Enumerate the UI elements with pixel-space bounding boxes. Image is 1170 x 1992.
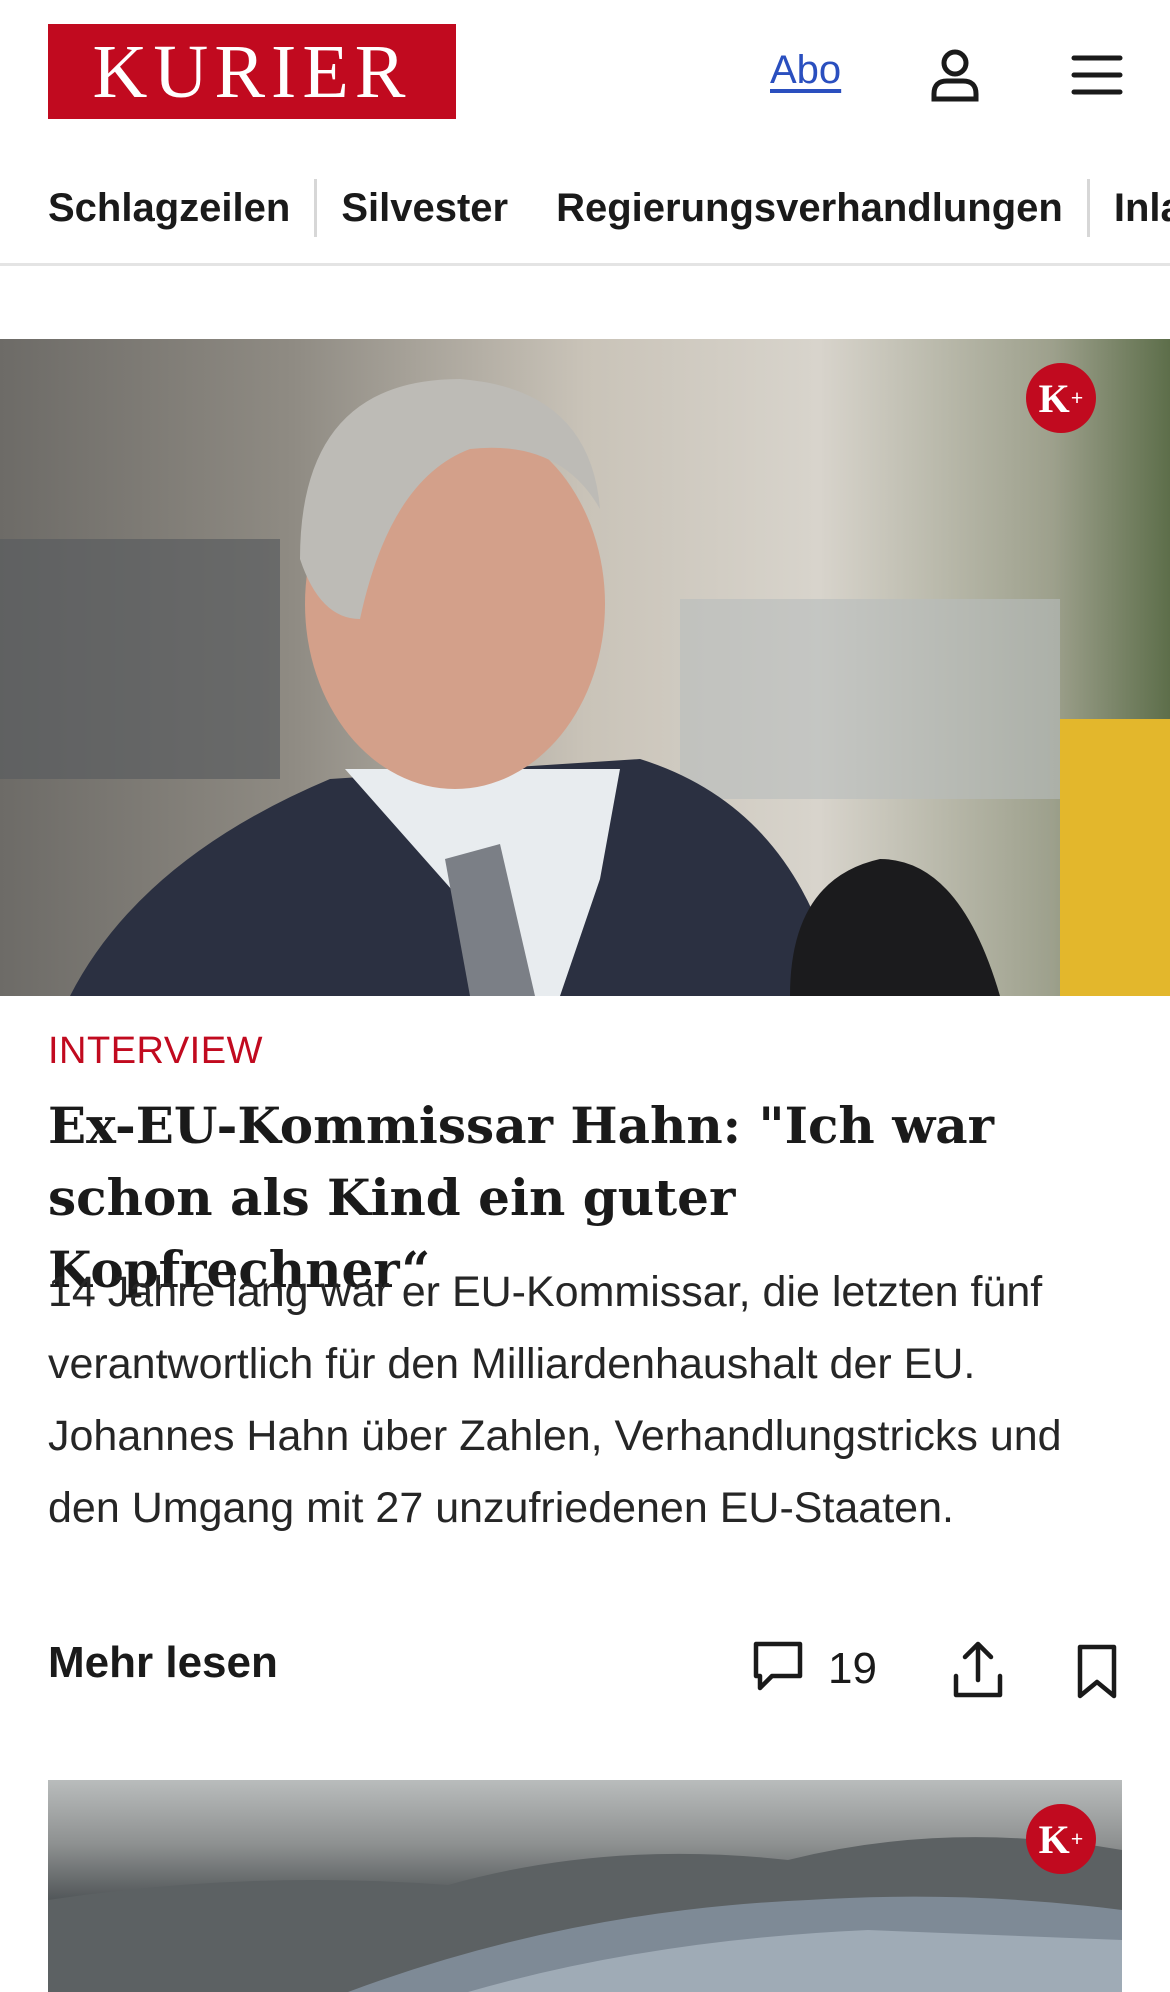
comments-button[interactable]: 19 <box>752 1640 877 1697</box>
site-header: KURIER Abo <box>0 0 1170 145</box>
article-hero-image[interactable]: K + <box>0 339 1170 996</box>
section-nav: Schlagzeilen Silvester Regierungsverhand… <box>0 145 1170 266</box>
menu-icon[interactable] <box>1062 40 1132 110</box>
second-article-image[interactable]: K + <box>48 1780 1122 1992</box>
article-teaser[interactable]: 14 Jahre lang war er EU-Kommissar, die l… <box>48 1256 1128 1544</box>
nav-item-inland[interactable]: Inla <box>1114 186 1170 231</box>
kurier-logo[interactable]: KURIER <box>48 24 456 119</box>
user-icon[interactable] <box>920 40 990 110</box>
kplus-badge: K + <box>1026 1804 1096 1874</box>
bookmark-icon[interactable] <box>1072 1644 1122 1700</box>
nav-divider <box>314 179 318 237</box>
article-kicker: INTERVIEW <box>48 1030 263 1072</box>
share-icon[interactable] <box>950 1640 1006 1700</box>
nav-item-schlagzeilen[interactable]: Schlagzeilen <box>48 186 290 231</box>
abo-link[interactable]: Abo <box>770 48 841 93</box>
nav-divider <box>1086 179 1090 237</box>
read-more-link[interactable]: Mehr lesen <box>48 1638 278 1688</box>
comment-icon <box>752 1640 804 1697</box>
nav-item-silvester[interactable]: Silvester <box>341 186 508 231</box>
kplus-badge: K + <box>1026 363 1096 433</box>
nav-item-regierungsverhandlungen[interactable]: Regierungsverhandlungen <box>556 186 1063 231</box>
comment-count: 19 <box>828 1643 877 1693</box>
